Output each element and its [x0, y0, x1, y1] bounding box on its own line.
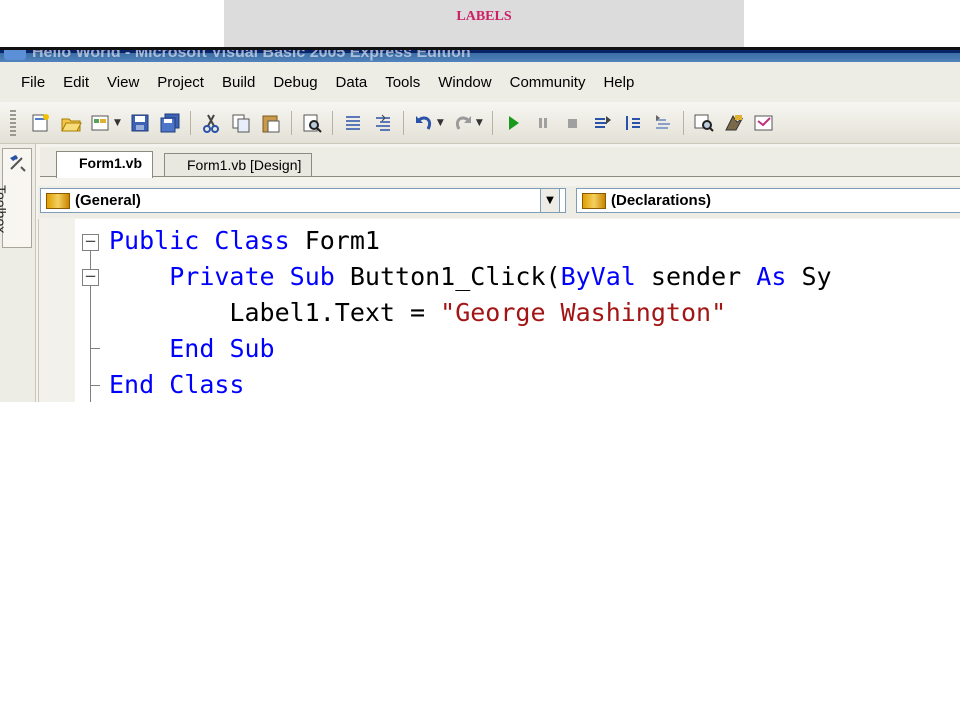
standard-toolbar: ▼ ▼ ▼ — [0, 102, 960, 144]
toolbox-tab[interactable]: Toolbox — [0, 148, 32, 248]
method-name-dropdown[interactable]: (Declarations) — [576, 188, 960, 213]
chevron-down-icon[interactable]: ▼ — [540, 188, 560, 213]
class-name-value: (General) — [75, 192, 141, 209]
method-name-value: (Declarations) — [611, 192, 712, 209]
menu-tools[interactable]: Tools — [376, 74, 429, 91]
object-browser-icon[interactable] — [752, 111, 776, 135]
undo-icon[interactable] — [412, 111, 436, 135]
toolbar-separator — [290, 110, 292, 135]
chevron-down-icon[interactable]: ▼ — [476, 118, 483, 128]
slide-label: LABELS — [224, 0, 744, 47]
collapse-icon[interactable]: − — [82, 234, 99, 251]
uncomment-icon[interactable] — [371, 111, 395, 135]
redo-icon[interactable] — [451, 111, 475, 135]
menu-data[interactable]: Data — [327, 74, 377, 91]
new-project-icon[interactable] — [29, 111, 53, 135]
menu-build[interactable]: Build — [213, 74, 264, 91]
member-icon — [582, 193, 606, 209]
save-all-icon[interactable] — [158, 111, 182, 135]
toolbar-separator — [682, 110, 684, 135]
tab-form1-design[interactable]: Form1.vb [Design] — [164, 153, 313, 176]
paste-icon[interactable] — [259, 111, 283, 135]
step-into-icon[interactable] — [591, 111, 615, 135]
save-icon[interactable] — [128, 111, 152, 135]
window-title: Hello World - Microsoft Visual Basic 200… — [32, 47, 471, 61]
start-debug-icon[interactable] — [501, 111, 525, 135]
step-over-icon[interactable] — [621, 111, 645, 135]
outline-tick — [90, 385, 100, 386]
code-editor[interactable]: − − Public Class Form1 Private Sub Butto… — [38, 219, 960, 402]
tab-form1-vb[interactable]: Form1.vb — [56, 151, 154, 178]
menu-file[interactable]: File — [12, 74, 54, 91]
chevron-down-icon[interactable]: ▼ — [114, 118, 121, 128]
document-tabs: Form1.vb Form1.vb [Design] — [40, 147, 960, 178]
code-line: Label1.Text = "George Washington" — [229, 298, 727, 327]
stop-icon[interactable] — [561, 111, 585, 135]
toolbox-icon — [10, 155, 26, 172]
toolbar-separator — [331, 110, 333, 135]
menu-help[interactable]: Help — [594, 74, 643, 91]
collapse-icon[interactable]: − — [82, 269, 99, 286]
menu-community[interactable]: Community — [501, 74, 595, 91]
pause-icon[interactable] — [531, 111, 555, 135]
solution-explorer-icon[interactable] — [692, 111, 716, 135]
editor-margin — [39, 219, 75, 402]
menu-debug[interactable]: Debug — [264, 74, 326, 91]
menu-view[interactable]: View — [98, 74, 148, 91]
chevron-down-icon[interactable]: ▼ — [437, 118, 444, 128]
menu-edit[interactable]: Edit — [54, 74, 98, 91]
step-out-icon[interactable] — [651, 111, 675, 135]
toolbox-strip: Toolbox — [0, 144, 36, 402]
toolbar-separator — [491, 110, 493, 135]
toolbar-separator — [189, 110, 191, 135]
cut-icon[interactable] — [199, 111, 223, 135]
app-icon — [4, 50, 26, 60]
add-item-icon[interactable] — [89, 111, 113, 135]
code-navigation-bar: (General) ▼ (Declarations) — [38, 186, 960, 218]
find-icon[interactable] — [300, 111, 324, 135]
outline-tick — [90, 348, 100, 349]
copy-icon[interactable] — [229, 111, 253, 135]
ide-screenshot: Hello World - Microsoft Visual Basic 200… — [0, 47, 960, 402]
code-line: Public Class Form1 — [109, 226, 380, 255]
menu-window[interactable]: Window — [429, 74, 500, 91]
menu-project[interactable]: Project — [148, 74, 213, 91]
code-line: Private Sub Button1_Click(ByVal sender A… — [169, 262, 832, 291]
code-line: End Class — [109, 370, 245, 399]
properties-icon[interactable] — [722, 111, 746, 135]
class-name-dropdown[interactable]: (General) — [40, 188, 566, 213]
menu-bar: File Edit View Project Build Debug Data … — [0, 62, 960, 102]
toolbox-label: Toolbox — [0, 185, 9, 234]
open-folder-icon[interactable] — [59, 111, 83, 135]
toolbar-grip[interactable] — [10, 109, 16, 136]
code-line: End Sub — [169, 334, 275, 363]
toolbar-separator — [402, 110, 404, 135]
title-bar: Hello World - Microsoft Visual Basic 200… — [0, 47, 960, 62]
class-icon — [46, 193, 70, 209]
comment-icon[interactable] — [341, 111, 365, 135]
